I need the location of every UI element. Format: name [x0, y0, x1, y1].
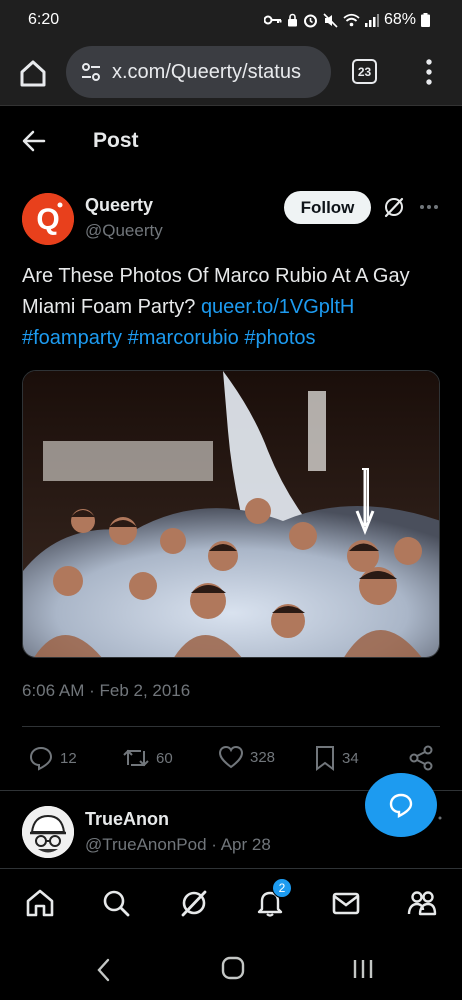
reply-meta[interactable]: @TrueAnonPod · Apr 28: [85, 835, 271, 855]
tweet-link[interactable]: queer.to/1VGpltH: [201, 296, 354, 318]
page-title: Post: [93, 129, 139, 152]
compose-reply-icon: [389, 793, 413, 818]
status-time: 6:20: [28, 11, 60, 28]
compose-reply-button[interactable]: [365, 773, 437, 837]
trueanon-avatar-image: [22, 806, 74, 858]
lock-icon: [287, 13, 297, 27]
home-icon[interactable]: [18, 58, 48, 88]
tweet-photo[interactable]: [22, 370, 440, 658]
tweet-timestamp[interactable]: 6:06 AM · Feb 2, 2016: [22, 681, 190, 701]
like-count: 328: [250, 748, 276, 766]
author-handle[interactable]: @Queerty: [85, 221, 163, 241]
system-navigation-bar: [0, 938, 462, 1000]
hashtag-link[interactable]: #foamparty: [22, 327, 122, 349]
hashtag-link[interactable]: #photos: [244, 327, 315, 349]
reply-avatar[interactable]: [22, 806, 74, 858]
status-bar: 6:20 68%: [0, 0, 462, 40]
mute-icon: [323, 12, 338, 28]
key-icon: [263, 15, 282, 25]
bookmark-button[interactable]: 34: [314, 745, 359, 771]
bookmark-count: 34: [342, 749, 359, 767]
messages-tab-icon[interactable]: [330, 887, 362, 919]
avatar[interactable]: Q: [22, 193, 74, 245]
author-name[interactable]: Queerty: [85, 195, 153, 216]
status-icons: 68%: [263, 11, 430, 29]
battery-percent: 68%: [383, 11, 416, 28]
hashtag-link[interactable]: #marcorubio: [128, 327, 239, 349]
home-tab-icon[interactable]: [24, 887, 56, 919]
notification-badge: 2: [272, 878, 292, 898]
post-header: Post: [0, 108, 462, 174]
signal-icon: [364, 13, 379, 27]
avatar-letter: Q: [36, 203, 59, 236]
reply-author-name[interactable]: TrueAnon: [85, 809, 169, 830]
url-bar[interactable]: x.com/Queerty/status: [66, 46, 331, 98]
queerty-logo: Q: [22, 193, 74, 245]
share-button[interactable]: [408, 745, 434, 771]
tweet-text: Are These Photos Of Marco Rubio At A Gay…: [22, 261, 447, 354]
back-arrow-icon[interactable]: [22, 130, 46, 152]
reply-button[interactable]: 12: [28, 745, 77, 771]
tab-switcher-button[interactable]: 23: [352, 59, 377, 84]
site-settings-icon[interactable]: [80, 61, 102, 83]
search-tab-icon[interactable]: [100, 887, 132, 919]
foam-party-photo: [23, 371, 439, 657]
bookmark-icon: [316, 746, 334, 771]
system-back-icon[interactable]: [96, 958, 112, 982]
browser-menu-icon[interactable]: [420, 56, 438, 88]
wifi-icon: [343, 13, 360, 27]
more-options-icon[interactable]: [419, 204, 439, 210]
url-text: x.com/Queerty/status: [112, 60, 301, 83]
browser-toolbar: x.com/Queerty/status 23: [0, 40, 462, 106]
communities-tab-icon[interactable]: [406, 887, 438, 919]
reply-count: 12: [60, 749, 77, 767]
bottom-nav: [0, 868, 462, 938]
repost-button[interactable]: 60: [122, 745, 173, 771]
tweet-actions: 12 60 328 34: [0, 745, 462, 775]
alarm-icon: [303, 14, 317, 27]
grok-icon[interactable]: [383, 196, 405, 218]
divider: [22, 726, 440, 727]
system-recents-icon[interactable]: [352, 958, 374, 980]
heart-icon: [218, 745, 244, 769]
follow-button[interactable]: Follow: [284, 191, 371, 224]
battery-icon: [421, 13, 430, 27]
share-icon: [409, 745, 433, 771]
system-home-icon[interactable]: [220, 955, 246, 981]
grok-tab-icon[interactable]: [178, 887, 210, 919]
like-button[interactable]: 328: [218, 745, 275, 769]
repost-count: 60: [156, 749, 173, 767]
repost-icon: [123, 749, 149, 767]
reply-icon: [29, 746, 53, 771]
